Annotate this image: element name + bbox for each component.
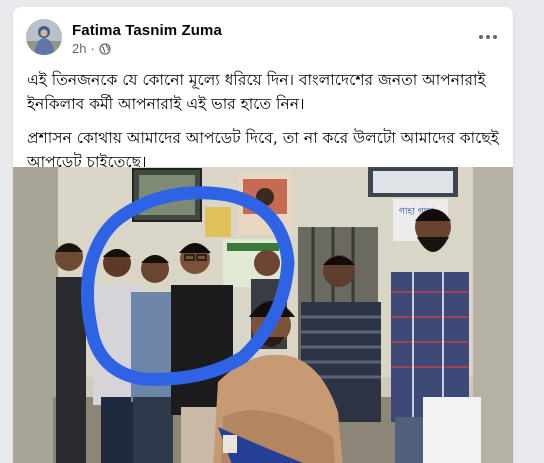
post-paragraph-1: এই তিনজনকে যে কোনো মূল্যে ধরিয়ে দিন। বা… <box>27 71 486 113</box>
post-header: Fatima Tasnim Zuma 2h · <box>13 7 513 63</box>
globe-icon[interactable] <box>99 42 111 55</box>
post-time[interactable]: 2h <box>72 41 86 56</box>
post-card: Fatima Tasnim Zuma 2h · এই তিনজনকে যে কো… <box>13 7 513 463</box>
avatar[interactable] <box>26 19 62 55</box>
post-meta: 2h · <box>72 41 111 56</box>
meta-separator: · <box>90 41 95 56</box>
more-options-icon[interactable] <box>477 26 499 48</box>
author-name[interactable]: Fatima Tasnim Zuma <box>72 22 222 39</box>
post-photo[interactable]: গাহা গাহা <box>13 167 513 463</box>
photo-scene: গাহা গাহা <box>13 167 513 463</box>
